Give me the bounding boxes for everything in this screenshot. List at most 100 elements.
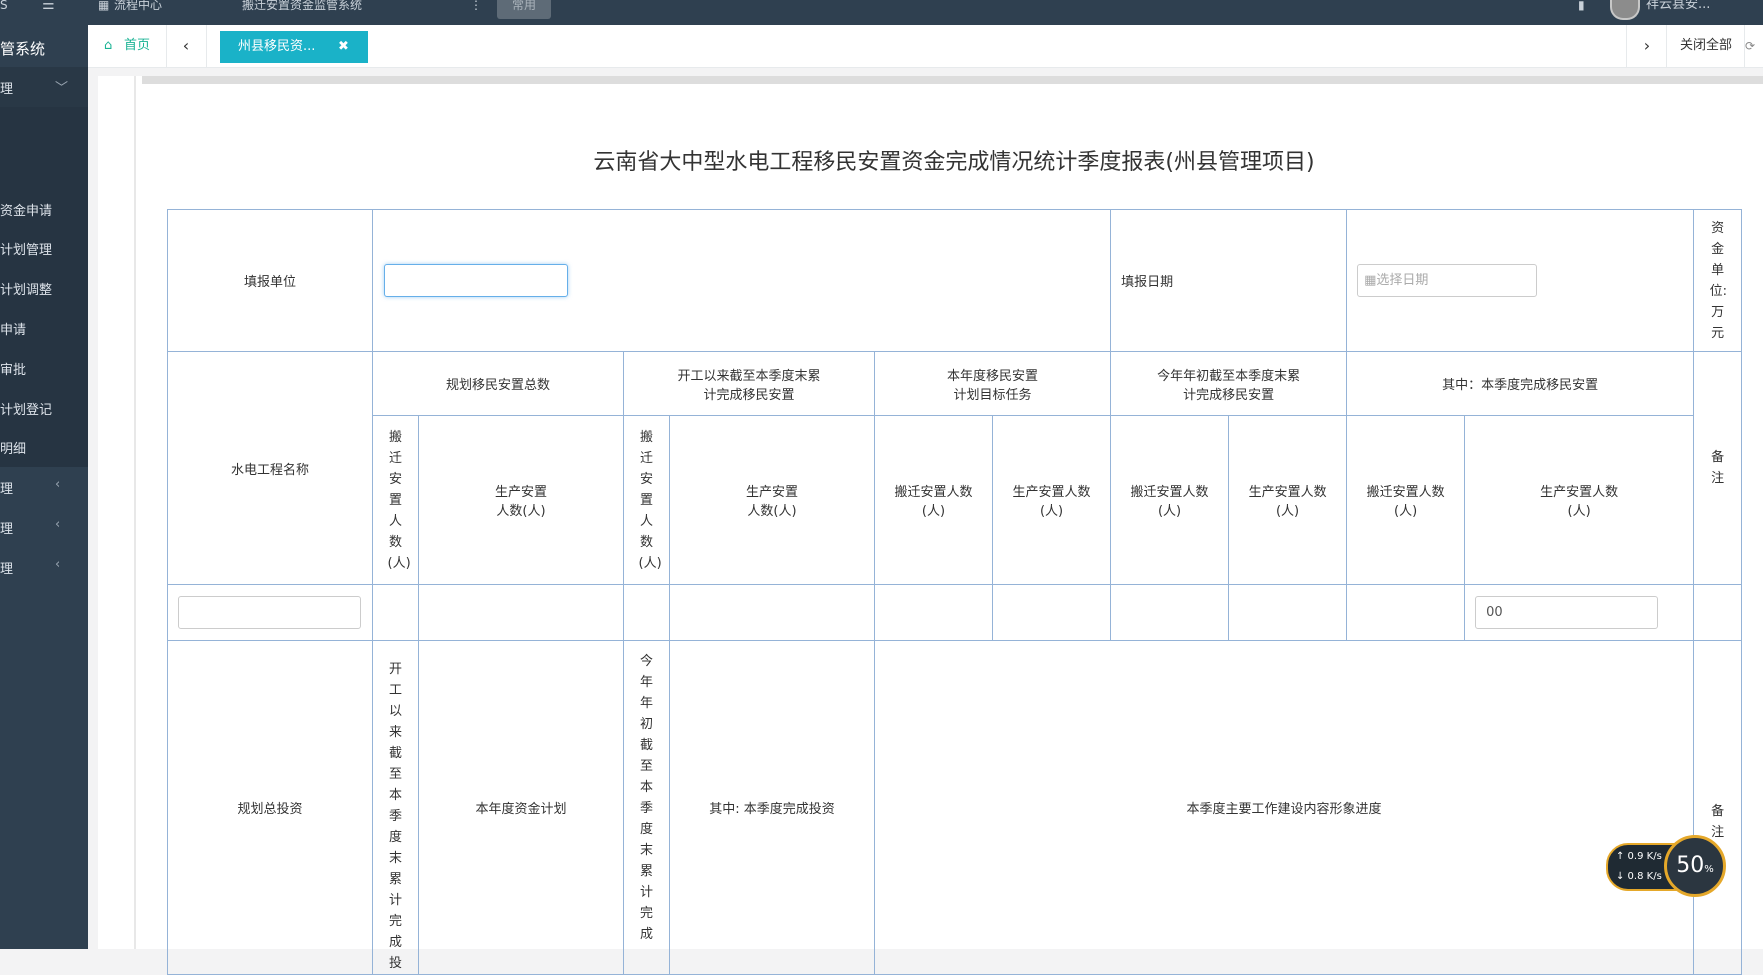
table-row: 水电工程名称 规划移民安置总数 开工以来截至本季度末累计完成移民安置 本年度移民… bbox=[167, 351, 1743, 585]
data-cell[interactable] bbox=[874, 584, 993, 641]
unit-input[interactable] bbox=[384, 264, 568, 297]
year-cum-cell: 今年年初截至本季度末累计完成 bbox=[623, 640, 670, 975]
sidebar-group-2[interactable]: 理 bbox=[0, 518, 13, 537]
production-label: 生产安置人数(人) bbox=[418, 415, 624, 585]
group-header: 其中：本季度完成移民安置 bbox=[1346, 351, 1695, 416]
nav-system-title[interactable]: 搬迁安置资金监管系统 bbox=[242, 0, 362, 25]
divider bbox=[142, 76, 1763, 84]
grid-icon: ▦ bbox=[98, 0, 110, 12]
table-row: 规划总投资 开工以来截至本季度末累计完成投 本年度资金计划 今年年初截至本季度末… bbox=[167, 640, 1743, 975]
date-label: 填报日期 bbox=[1110, 209, 1348, 352]
sidebar-item-plan-register[interactable]: 计划登记 bbox=[0, 399, 52, 418]
network-speed-widget[interactable]: ↑ 0.9 K/s ↓ 0.8 K/s 50% bbox=[1606, 835, 1761, 897]
date-cell: ▦选择日期 bbox=[1346, 209, 1695, 352]
percent-value: 50 bbox=[1676, 853, 1705, 878]
sidebar-brand: 管系统 bbox=[0, 40, 46, 58]
tabs-bar: ⌂ 首页 ‹ 州县移民资... ✖ › 关闭全部 ⟳ bbox=[88, 25, 1763, 68]
production-label: 生产安置人数(人) bbox=[991, 415, 1112, 585]
data-cell[interactable] bbox=[623, 584, 670, 641]
sidebar-item-plan-manage[interactable]: 计划管理 bbox=[0, 239, 52, 258]
report-form-table: 填报单位 填报日期 ▦选择日期 资金单位:万元 水电工程名称 规划移民安置总数 … bbox=[167, 209, 1743, 975]
menu-toggle-icon[interactable]: ☰ bbox=[42, 0, 55, 25]
remark-label: 备注 bbox=[1711, 450, 1725, 486]
group-header: 今年年初截至本季度末累计完成移民安置 bbox=[1110, 351, 1348, 416]
chevron-left-icon: ‹ bbox=[55, 477, 61, 492]
quarter-production-cell: 00 bbox=[1464, 584, 1695, 641]
close-all-tabs-button[interactable]: 关闭全部 bbox=[1666, 25, 1745, 67]
date-placeholder: 选择日期 bbox=[1376, 273, 1429, 288]
home-icon: ⌂ bbox=[104, 38, 113, 53]
divider bbox=[134, 76, 136, 949]
common-button[interactable]: 常用 bbox=[497, 0, 551, 19]
tab-home[interactable]: ⌂ 首页 bbox=[88, 25, 167, 67]
calendar-icon: ▦ bbox=[1364, 273, 1377, 288]
sidebar-group-label: 理 bbox=[0, 82, 14, 97]
relocation-vertical-cell: 搬迁安置人数(人) bbox=[623, 415, 670, 585]
unit-cell bbox=[371, 209, 1112, 352]
date-input[interactable]: ▦选择日期 bbox=[1357, 264, 1538, 297]
relocation-label: 搬迁安置人数(人) bbox=[1346, 415, 1466, 585]
tab-active[interactable]: 州县移民资... ✖ bbox=[220, 31, 368, 63]
download-speed: ↓ 0.8 K/s bbox=[1616, 871, 1662, 882]
data-cell[interactable] bbox=[991, 584, 1112, 641]
logo-fragment: S bbox=[0, 0, 8, 12]
lock-icon[interactable]: ▮ bbox=[1578, 0, 1585, 25]
refresh-icon[interactable]: ⟳ bbox=[1744, 25, 1763, 67]
sidebar-item-apply[interactable]: 申请 bbox=[0, 319, 26, 338]
sidebar-item-approve[interactable]: 审批 bbox=[0, 359, 26, 378]
table-row: 填报单位 填报日期 ▦选择日期 资金单位:万元 bbox=[167, 209, 1743, 352]
sidebar-item-detail[interactable]: 明细 bbox=[0, 438, 26, 457]
group-header: 开工以来截至本季度末累计完成移民安置 bbox=[623, 351, 875, 416]
invest-label: 规划总投资 bbox=[167, 640, 373, 975]
production-label: 生产安置人数(人) bbox=[1228, 415, 1348, 585]
table-row: 搬迁安置人数(人) 生产安置人数(人) 搬迁安置人数(人) 生产安置人数(人) … bbox=[168, 415, 1742, 585]
more-vertical-icon[interactable]: ⋮ bbox=[470, 0, 482, 25]
avatar[interactable] bbox=[1610, 0, 1640, 20]
data-cell[interactable] bbox=[669, 584, 875, 641]
data-cell[interactable] bbox=[1693, 584, 1743, 641]
tabs-scroll-right-button[interactable]: › bbox=[1626, 25, 1667, 67]
annual-plan-label: 本年度资金计划 bbox=[418, 640, 624, 975]
project-name-label: 水电工程名称 bbox=[167, 351, 373, 585]
chevron-left-icon: ‹ bbox=[55, 517, 61, 532]
tab-home-label: 首页 bbox=[124, 38, 151, 53]
page-title: 云南省大中型水电工程移民安置资金完成情况统计季度报表(州县管理项目) bbox=[593, 150, 1315, 175]
relocation-vertical-label: 搬迁安置人数(人) bbox=[638, 429, 662, 571]
sidebar-group-expanded[interactable]: 理 ﹀ bbox=[0, 67, 88, 107]
chevron-left-icon: ‹ bbox=[182, 36, 190, 55]
group-header: 本年度移民安置计划目标任务 bbox=[873, 351, 1112, 416]
sidebar-item-plan-adjust[interactable]: 计划调整 bbox=[0, 279, 52, 298]
relocation-label: 搬迁安置人数(人) bbox=[874, 415, 993, 585]
year-cum-label: 今年年初截至本季度末累计完成 bbox=[639, 654, 653, 942]
chevron-left-icon: ‹ bbox=[55, 557, 61, 572]
quarter-invest-label: 其中: 本季度完成投资 bbox=[669, 640, 875, 975]
top-bar: S ☰ ▦ 流程中心 搬迁安置资金监管系统 ⋮ 常用 ▮ 祥云县安... bbox=[0, 0, 1763, 25]
currency-note-cell: 资金单位:万元 bbox=[1693, 209, 1743, 352]
project-name-input[interactable] bbox=[178, 596, 361, 629]
data-cell[interactable] bbox=[1228, 584, 1348, 641]
user-name[interactable]: 祥云县安... bbox=[1646, 0, 1710, 25]
data-cell[interactable] bbox=[372, 584, 419, 641]
relocation-vertical-label: 搬迁安置人数(人) bbox=[387, 429, 411, 571]
invest-cum-cell: 开工以来截至本季度末累计完成投 bbox=[372, 640, 419, 975]
upload-speed: ↑ 0.9 K/s bbox=[1616, 851, 1662, 862]
sidebar-group-3[interactable]: 理 bbox=[0, 558, 13, 577]
percent-unit: % bbox=[1704, 864, 1714, 875]
group-header: 规划移民安置总数 bbox=[372, 351, 624, 416]
table-row: 00 bbox=[167, 584, 1743, 641]
frame-left-strip bbox=[98, 76, 146, 949]
relocation-vertical-cell: 搬迁安置人数(人) bbox=[372, 415, 419, 585]
progress-label: 本季度主要工作建设内容形象进度 bbox=[873, 640, 1695, 975]
tabs-scroll-left-button[interactable]: ‹ bbox=[166, 25, 207, 67]
percent-ring: 50% bbox=[1664, 835, 1726, 897]
tab-active-label: 州县移民资... bbox=[238, 39, 316, 54]
close-icon[interactable]: ✖ bbox=[338, 31, 349, 63]
quarter-production-input[interactable]: 00 bbox=[1475, 596, 1659, 629]
sidebar-item-fund-apply[interactable]: 资金申请 bbox=[0, 200, 52, 219]
data-cell[interactable] bbox=[1346, 584, 1466, 641]
nav-process-center[interactable]: 流程中心 bbox=[114, 0, 162, 25]
currency-note: 资金单位:万元 bbox=[1709, 220, 1727, 341]
data-cell[interactable] bbox=[418, 584, 624, 641]
sidebar-group-1[interactable]: 理 bbox=[0, 478, 13, 497]
data-cell[interactable] bbox=[1110, 584, 1230, 641]
